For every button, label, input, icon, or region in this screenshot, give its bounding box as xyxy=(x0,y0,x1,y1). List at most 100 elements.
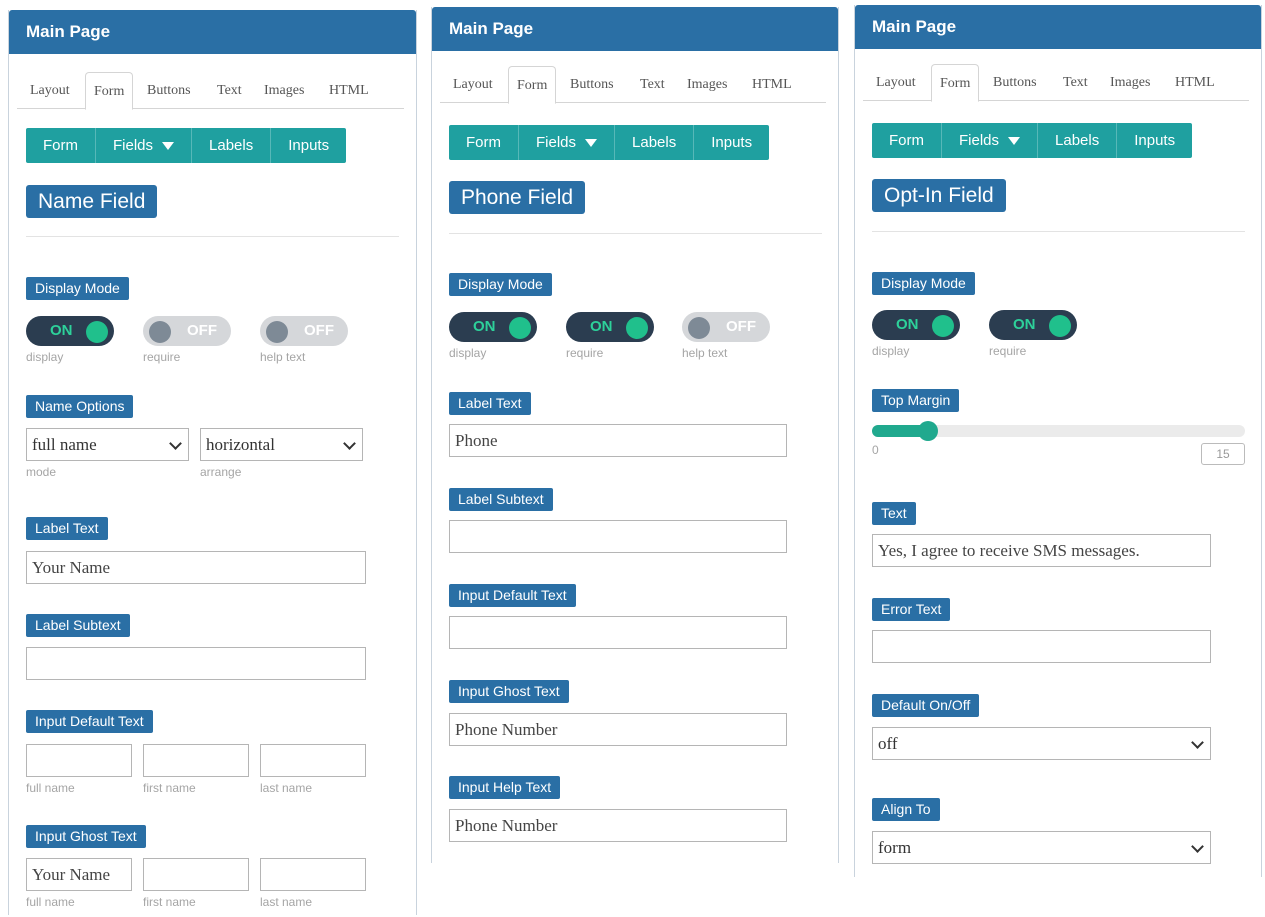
subnav-fields[interactable]: Fields xyxy=(96,128,193,163)
display-mode-label: Display Mode xyxy=(449,273,552,296)
caption-last-name: last name xyxy=(260,895,313,909)
default-last-name-input[interactable] xyxy=(260,744,366,777)
slider-handle[interactable] xyxy=(917,421,938,441)
arrange-select-value: horizontal xyxy=(206,435,275,454)
subnav-inputs[interactable]: Inputs xyxy=(1117,123,1192,158)
toggle-knob xyxy=(86,321,108,343)
ghost-full-name-input[interactable]: Your Name xyxy=(26,858,132,891)
toggle-caption: display xyxy=(872,344,910,358)
panel-header: Main Page xyxy=(855,5,1261,49)
divider xyxy=(26,236,399,237)
require-toggle[interactable]: ON xyxy=(566,312,654,342)
subnav-fields[interactable]: Fields xyxy=(942,123,1039,158)
display-toggle[interactable]: ON xyxy=(449,312,537,342)
toggle-caption: require xyxy=(989,344,1027,358)
toggle-caption: display xyxy=(449,346,487,360)
toggle-knob xyxy=(509,317,531,339)
error-text-input[interactable] xyxy=(872,630,1211,663)
label-subtext-input[interactable] xyxy=(449,520,787,553)
subnav-form[interactable]: Form xyxy=(449,125,519,160)
label-text-label: Label Text xyxy=(26,517,108,540)
toggle-caption: require xyxy=(566,346,604,360)
default-on-off-select[interactable]: off xyxy=(872,727,1211,760)
toggle-knob xyxy=(1049,315,1071,337)
text-input[interactable]: Yes, I agree to receive SMS messages. xyxy=(872,534,1211,567)
caret-down-icon xyxy=(1008,137,1021,146)
tab-layout[interactable]: Layout xyxy=(876,64,916,99)
toggle-state: ON xyxy=(473,318,496,335)
toggle-knob xyxy=(149,321,171,343)
tab-images[interactable]: Images xyxy=(687,66,727,101)
arrange-select[interactable]: horizontal xyxy=(200,428,363,461)
subnav-form[interactable]: Form xyxy=(872,123,942,158)
default-first-name-input[interactable] xyxy=(143,744,249,777)
caption-full-name: full name xyxy=(26,781,75,795)
toggle-caption: require xyxy=(143,350,181,364)
toggle-state: OFF xyxy=(187,322,217,339)
tab-html[interactable]: HTML xyxy=(329,72,369,107)
display-toggle[interactable]: ON xyxy=(26,316,114,346)
help-text-toggle[interactable]: OFF xyxy=(260,316,348,346)
panel-phone-field: Main Page Layout Form Buttons Text Image… xyxy=(431,7,839,863)
tab-layout[interactable]: Layout xyxy=(30,72,70,107)
input-ghost-text-input[interactable]: Phone Number xyxy=(449,713,787,746)
tab-bar: Layout Form Buttons Text Images HTML xyxy=(17,72,404,110)
chevron-down-icon xyxy=(169,437,182,450)
input-default-text-label: Input Default Text xyxy=(449,584,576,607)
subnav-inputs[interactable]: Inputs xyxy=(271,128,346,163)
field-title: Opt-In Field xyxy=(872,179,1006,212)
toggle-caption: help text xyxy=(682,346,728,360)
toggle-state: ON xyxy=(896,316,919,333)
tab-form[interactable]: Form xyxy=(508,66,557,104)
chevron-down-icon xyxy=(1191,736,1204,749)
mode-caption: mode xyxy=(26,465,57,479)
top-margin-value[interactable]: 15 xyxy=(1201,443,1245,465)
label-text-input[interactable]: Your Name xyxy=(26,551,366,584)
tab-buttons[interactable]: Buttons xyxy=(147,72,191,107)
subnav-bar: Form Fields Labels Inputs xyxy=(449,125,770,160)
input-default-text-input[interactable] xyxy=(449,616,787,649)
mode-select-value: full name xyxy=(32,435,97,454)
chevron-down-icon xyxy=(1191,840,1204,853)
require-toggle[interactable]: OFF xyxy=(143,316,231,346)
tab-html[interactable]: HTML xyxy=(752,66,792,101)
caption-first-name: first name xyxy=(143,895,196,909)
input-default-text-label: Input Default Text xyxy=(26,710,153,733)
label-subtext-input[interactable] xyxy=(26,647,366,680)
tab-text[interactable]: Text xyxy=(640,66,665,101)
tab-text[interactable]: Text xyxy=(1063,64,1088,99)
top-margin-label: Top Margin xyxy=(872,389,960,412)
display-toggle[interactable]: ON xyxy=(872,310,960,340)
tab-buttons[interactable]: Buttons xyxy=(993,64,1037,99)
tab-html[interactable]: HTML xyxy=(1175,64,1215,99)
subnav-fields[interactable]: Fields xyxy=(519,125,616,160)
caret-down-icon xyxy=(585,139,598,148)
tab-bar: Layout Form Buttons Text Images HTML xyxy=(863,64,1249,102)
subnav-labels[interactable]: Labels xyxy=(615,125,695,160)
require-toggle[interactable]: ON xyxy=(989,310,1077,340)
subnav-labels[interactable]: Labels xyxy=(1038,123,1118,158)
subnav-labels[interactable]: Labels xyxy=(192,128,272,163)
tab-layout[interactable]: Layout xyxy=(453,66,493,101)
tab-images[interactable]: Images xyxy=(1110,64,1150,99)
align-to-select[interactable]: form xyxy=(872,831,1211,864)
label-subtext-label: Label Subtext xyxy=(449,488,553,511)
input-help-text-input[interactable]: Phone Number xyxy=(449,809,787,842)
default-full-name-input[interactable] xyxy=(26,744,132,777)
display-mode-label: Display Mode xyxy=(26,277,129,300)
mode-select[interactable]: full name xyxy=(26,428,189,461)
tab-buttons[interactable]: Buttons xyxy=(570,66,614,101)
help-text-toggle[interactable]: OFF xyxy=(682,312,770,342)
caret-down-icon xyxy=(162,142,175,151)
ghost-last-name-input[interactable] xyxy=(260,858,366,891)
label-text-input[interactable]: Phone xyxy=(449,424,787,457)
subnav-form[interactable]: Form xyxy=(26,128,96,163)
subnav-inputs[interactable]: Inputs xyxy=(694,125,769,160)
ghost-first-name-input[interactable] xyxy=(143,858,249,891)
tab-images[interactable]: Images xyxy=(264,72,304,107)
panel-name-field: Main Page Layout Form Buttons Text Image… xyxy=(8,10,417,915)
tab-form[interactable]: Form xyxy=(931,64,980,102)
tab-form[interactable]: Form xyxy=(85,72,134,110)
tab-text[interactable]: Text xyxy=(217,72,242,107)
subnav-bar: Form Fields Labels Inputs xyxy=(872,123,1193,158)
